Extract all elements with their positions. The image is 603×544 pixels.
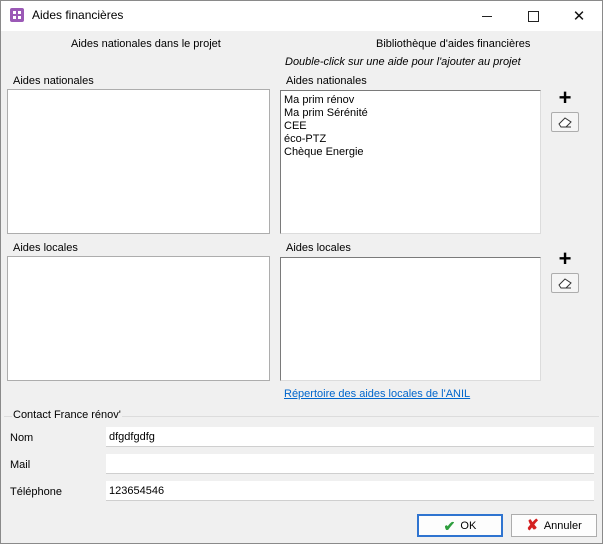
maximize-button[interactable] xyxy=(510,1,556,31)
add-national-aid-button[interactable]: + xyxy=(551,85,579,110)
left-heading: Aides nationales dans le projet xyxy=(71,38,221,50)
eraser-icon xyxy=(558,278,572,289)
mail-label: Mail xyxy=(10,459,31,471)
contact-section-title: Contact France rénov' xyxy=(12,409,122,421)
cancel-button[interactable]: ✘ Annuler xyxy=(511,514,597,537)
library-national-aids-list[interactable]: Ma prim rénov Ma prim Sérénité CEE éco-PTZ C… xyxy=(280,90,541,234)
eraser-icon xyxy=(558,117,572,128)
title-bar[interactable]: Aides financières ✕ xyxy=(1,1,602,31)
anil-directory-link[interactable]: Répertoire des aides locales de l'ANIL xyxy=(284,388,470,400)
app-icon xyxy=(10,8,24,22)
mail-field[interactable] xyxy=(106,454,594,474)
plus-icon: + xyxy=(558,246,572,271)
right-heading: Bibliothèque d'aides financières xyxy=(376,38,531,50)
add-local-aid-button[interactable]: + xyxy=(551,246,579,271)
ok-button[interactable]: ✔ OK xyxy=(417,514,503,537)
library-national-aids-label: Aides nationales xyxy=(285,75,368,87)
list-item[interactable]: CEE xyxy=(281,120,540,133)
library-national-items: Ma prim rénov Ma prim Sérénité CEE éco-PTZ C… xyxy=(281,91,540,159)
list-item[interactable]: éco-PTZ xyxy=(281,133,540,146)
clear-local-aid-button[interactable] xyxy=(551,273,579,293)
check-icon: ✔ xyxy=(443,517,456,534)
clear-national-aid-button[interactable] xyxy=(551,112,579,132)
cancel-label: Annuler xyxy=(543,519,582,532)
library-local-aids-label: Aides locales xyxy=(285,242,352,254)
plus-icon: + xyxy=(558,85,572,110)
close-button[interactable]: ✕ xyxy=(556,1,602,31)
nom-field[interactable] xyxy=(106,427,594,447)
project-local-aids-list[interactable] xyxy=(7,256,270,381)
nom-label: Nom xyxy=(10,432,34,444)
minimize-icon xyxy=(482,15,492,17)
project-national-aids-label: Aides nationales xyxy=(12,75,95,87)
telephone-label: Téléphone xyxy=(10,486,62,498)
minimize-button[interactable] xyxy=(464,1,510,31)
window-title: Aides financières xyxy=(32,8,124,22)
dialog-window: Aides financières ✕ Aides nationales dan… xyxy=(0,0,603,544)
project-national-aids-list[interactable] xyxy=(7,89,270,234)
library-local-aids-list[interactable] xyxy=(280,257,541,381)
list-item[interactable]: Ma prim rénov xyxy=(281,94,540,107)
cancel-x-icon: ✘ xyxy=(526,516,539,534)
project-local-aids-label: Aides locales xyxy=(12,242,79,254)
ok-label: OK xyxy=(460,519,477,532)
library-hint: Double-click sur une aide pour l'ajouter… xyxy=(285,56,521,68)
telephone-field[interactable] xyxy=(106,481,594,501)
close-icon: ✕ xyxy=(572,7,586,25)
list-item[interactable]: Ma prim Sérénité xyxy=(281,107,540,120)
list-item[interactable]: Chèque Energie xyxy=(281,146,540,159)
maximize-icon xyxy=(527,10,539,22)
